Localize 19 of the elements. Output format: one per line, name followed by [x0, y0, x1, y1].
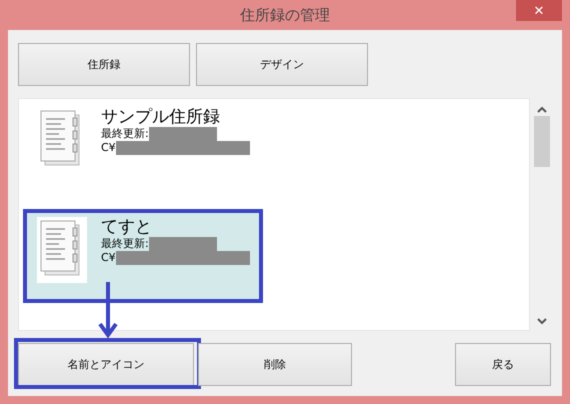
arrow	[98, 282, 118, 338]
tab[interactable]: 住所録	[18, 43, 190, 86]
file-path: C¥	[101, 141, 116, 155]
scrollbar-thumb[interactable]	[534, 116, 550, 167]
close-button[interactable]: ✕	[516, 0, 562, 21]
action-button[interactable]: 削除	[198, 343, 352, 386]
action-button[interactable]: 名前とアイコン	[18, 343, 194, 386]
address-book-item[interactable]: サンプル住所録 最終更新: C¥	[27, 103, 259, 189]
scroll-down-icon[interactable]	[536, 317, 546, 325]
last-updated-label: 最終更新:	[101, 237, 149, 251]
window-title: 住所録の管理	[240, 6, 330, 24]
action-button[interactable]: 戻る	[455, 343, 551, 386]
file-path: C¥	[101, 251, 116, 265]
scroll-up-icon[interactable]	[536, 106, 546, 114]
address-book-item[interactable]: てすと 最終更新: C¥	[27, 213, 259, 299]
address-book-name: サンプル住所録	[101, 107, 221, 127]
last-updated-label: 最終更新:	[101, 127, 149, 141]
tab[interactable]: デザイン	[196, 43, 368, 86]
address-book-name: てすと	[101, 217, 153, 237]
